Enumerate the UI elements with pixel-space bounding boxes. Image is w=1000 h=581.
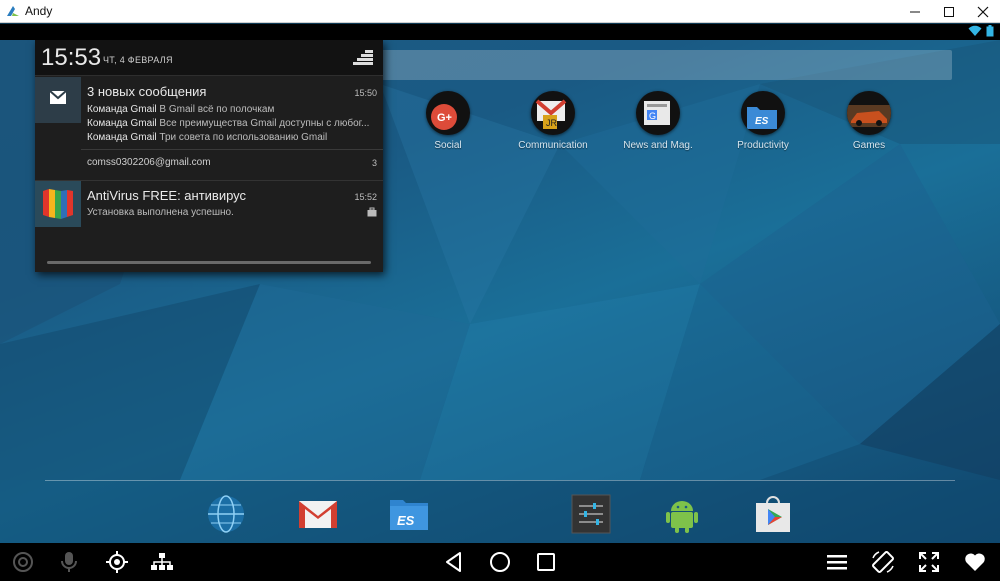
- folder-label: Games: [852, 140, 886, 151]
- camera-icon: [13, 552, 33, 572]
- favorite-button[interactable]: [958, 543, 992, 581]
- android-icon[interactable]: [662, 494, 702, 534]
- shade-date: ЧТ, 4 ФЕВРАЛЯ: [103, 55, 173, 65]
- camera-button[interactable]: [6, 543, 40, 581]
- message-line: Команда Gmail Все преимущества Gmail дос…: [87, 118, 377, 129]
- svg-text:ES: ES: [755, 116, 769, 127]
- svg-text:JR: JR: [546, 118, 558, 128]
- minimize-icon: [910, 11, 920, 12]
- andy-logo-icon: [7, 6, 19, 16]
- back-button[interactable]: [437, 543, 471, 581]
- message-count: 3: [371, 158, 377, 168]
- folder-label: Social: [434, 140, 462, 151]
- quick-settings-icon[interactable]: [353, 50, 375, 66]
- rotate-icon: [872, 551, 894, 573]
- dock-divider: [45, 480, 955, 481]
- maximize-button[interactable]: [932, 0, 966, 23]
- es-file-explorer-icon[interactable]: ES: [389, 494, 429, 534]
- recents-icon: [537, 553, 555, 571]
- message-sender: Команда Gmail: [87, 118, 157, 129]
- battery-icon: [986, 25, 994, 37]
- notification-gmail[interactable]: 3 новых сообщения 15:50 Команда Gmail В …: [35, 77, 383, 177]
- folder-productivity[interactable]: ES Productivity: [718, 91, 808, 151]
- fullscreen-button[interactable]: [912, 543, 946, 581]
- home-icon: [490, 552, 510, 572]
- maximize-icon: [944, 6, 954, 17]
- home-button[interactable]: [483, 543, 517, 581]
- folder-news[interactable]: G News and Mag.: [613, 91, 703, 151]
- productivity-folder-icon: ES: [741, 91, 785, 135]
- heart-icon: [965, 553, 985, 571]
- network-icon: [151, 553, 173, 570]
- svg-text:ES: ES: [397, 513, 415, 528]
- folder-games[interactable]: Games: [824, 91, 914, 151]
- close-button[interactable]: [966, 0, 1000, 23]
- close-icon: [977, 6, 989, 17]
- notification-shade: 15:53 ЧТ, 4 ФЕВРАЛЯ 3 новых сообщения 15…: [35, 40, 383, 272]
- window-titlebar: Andy: [0, 0, 1000, 23]
- notification-title: 3 новых сообщения: [87, 84, 207, 99]
- android-status-bar: [0, 24, 1000, 40]
- folder-label: News and Mag.: [623, 140, 693, 151]
- folder-social[interactable]: G+ Social: [403, 91, 493, 151]
- folder-communication[interactable]: JR Communication: [508, 91, 598, 151]
- notification-antivirus[interactable]: AntiVirus FREE: антивирус 15:52 Установк…: [35, 181, 383, 227]
- back-icon: [446, 552, 461, 572]
- play-store-icon[interactable]: [753, 494, 793, 534]
- message-line: Команда Gmail Три совета по использовани…: [87, 132, 377, 143]
- settings-icon[interactable]: [571, 494, 611, 534]
- message-subject: В Gmail всё по полочкам: [159, 104, 275, 115]
- folder-label: Communication: [518, 140, 588, 151]
- folder-label: Productivity: [737, 140, 789, 151]
- window-controls: [898, 0, 1000, 23]
- andy-toolbar: [0, 543, 1000, 581]
- google-search-bar[interactable]: [372, 50, 952, 80]
- communication-folder-icon: JR: [531, 91, 575, 135]
- social-folder-icon: G+: [426, 91, 470, 135]
- minimize-button[interactable]: [898, 0, 932, 23]
- shade-header: 15:53 ЧТ, 4 ФЕВРАЛЯ: [35, 40, 383, 76]
- wifi-icon: [968, 25, 982, 36]
- shade-drag-handle[interactable]: [47, 261, 371, 264]
- notification-text: Установка выполнена успешно.: [87, 207, 234, 218]
- location-button[interactable]: [100, 543, 134, 581]
- gmail-icon[interactable]: [298, 494, 338, 534]
- network-button[interactable]: [145, 543, 179, 581]
- message-subject: Три совета по использованию Gmail: [159, 132, 328, 143]
- svg-text:G: G: [649, 111, 656, 121]
- recents-button[interactable]: [529, 543, 563, 581]
- browser-globe-icon[interactable]: [206, 494, 246, 534]
- notification-title: AntiVirus FREE: антивирус: [87, 188, 247, 203]
- menu-icon: [827, 555, 847, 570]
- briefcase-icon: [367, 207, 377, 217]
- menu-button[interactable]: [820, 543, 854, 581]
- notification-time: 15:52: [354, 192, 377, 202]
- notification-divider: [81, 149, 383, 150]
- shade-time: 15:53: [41, 44, 102, 71]
- avg-antivirus-icon: [35, 181, 81, 227]
- account-email: comss0302206@gmail.com: [87, 157, 211, 168]
- gmail-notification-icon: [35, 77, 81, 123]
- games-folder-icon: [847, 91, 891, 135]
- location-target-icon: [106, 551, 128, 573]
- message-sender: Команда Gmail: [87, 104, 157, 115]
- notification-time: 15:50: [354, 88, 377, 98]
- message-line: Команда Gmail В Gmail всё по полочкам: [87, 104, 377, 115]
- android-screen: G+ Social JR Communication G News and Ma…: [0, 24, 1000, 543]
- rotate-button[interactable]: [866, 543, 900, 581]
- news-folder-icon: G: [636, 91, 680, 135]
- fullscreen-icon: [919, 552, 939, 572]
- svg-text:G+: G+: [437, 112, 452, 124]
- message-subject: Все преимущества Gmail доступны с любог.…: [159, 118, 370, 129]
- message-sender: Команда Gmail: [87, 132, 157, 143]
- window-title: Andy: [25, 4, 53, 18]
- microphone-button[interactable]: [52, 543, 86, 581]
- microphone-icon: [61, 552, 77, 572]
